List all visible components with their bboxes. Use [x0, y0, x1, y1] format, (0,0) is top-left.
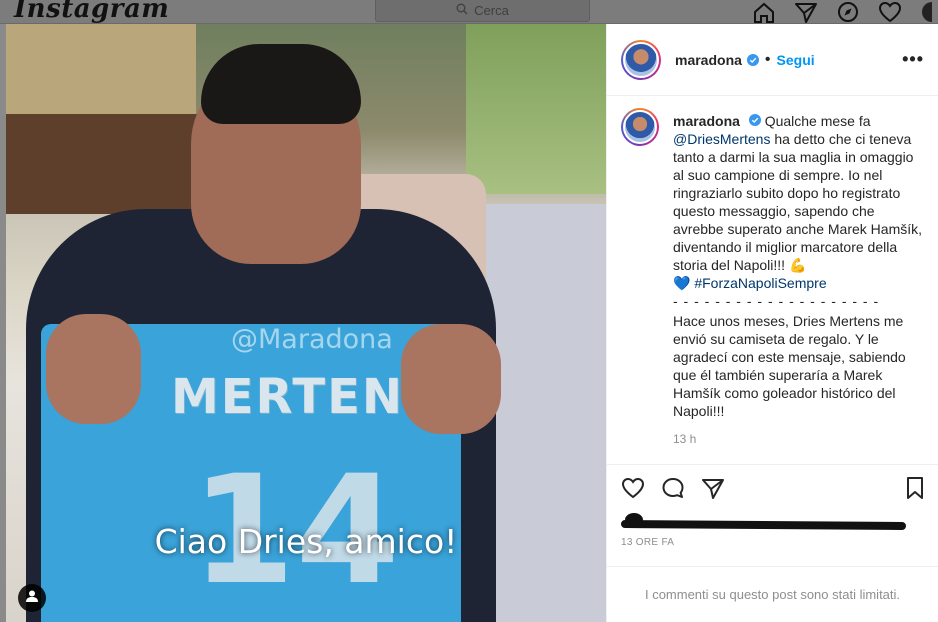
caption-row: maradona Qualche mese fa @DriesMertens h… — [621, 108, 924, 420]
like-heart-icon[interactable] — [621, 477, 645, 504]
header-separator-dot: • — [764, 50, 771, 68]
redaction-scribble — [620, 520, 907, 530]
home-icon[interactable] — [752, 1, 776, 23]
instagram-logo[interactable]: Instagram — [14, 0, 169, 24]
story-ring[interactable] — [621, 39, 661, 80]
activity-heart-icon[interactable] — [878, 1, 902, 23]
video-background-window — [466, 24, 606, 194]
avatar — [623, 41, 659, 78]
post-video[interactable]: @Maradona MERTENS 14 Ciao Dries, amico! — [6, 24, 606, 622]
caption-heart-emoji: 💙 — [673, 275, 691, 291]
caption-hashtag-link[interactable]: #ForzaNapoliSempre — [694, 275, 826, 291]
more-options-icon[interactable]: ••• — [902, 49, 924, 70]
caption-avatar — [623, 110, 657, 144]
user-tag-icon — [25, 589, 39, 608]
caption-mention-link[interactable]: @DriesMertens — [673, 131, 770, 147]
search-bar[interactable]: Cerca — [375, 0, 590, 22]
post-header: maradona • Segui ••• — [607, 24, 938, 96]
follow-button[interactable]: Segui — [777, 52, 815, 68]
post-side-panel: maradona • Segui ••• maradona Qualche me… — [606, 24, 938, 622]
search-icon — [456, 3, 468, 18]
caption-area: maradona Qualche mese fa @DriesMertens h… — [607, 96, 938, 465]
video-hand-left — [46, 314, 141, 424]
save-bookmark-icon[interactable] — [904, 476, 926, 505]
caption-spanish: Hace unos meses, Dries Mertens me envió … — [673, 313, 906, 419]
post-modal: @Maradona MERTENS 14 Ciao Dries, amico! … — [6, 24, 938, 622]
caption-text: maradona Qualche mese fa @DriesMertens h… — [673, 112, 923, 420]
caption-time: 13 h — [673, 432, 697, 446]
comments-limited-notice: I commenti su questo post sono stati lim… — [607, 566, 938, 622]
caption-intro: Qualche mese fa — [764, 113, 871, 129]
profile-avatar-icon[interactable] — [920, 1, 932, 23]
likes-line-redacted — [607, 513, 938, 533]
video-watermark: @Maradona — [231, 324, 393, 355]
caption-separator: - - - - - - - - - - - - - - - - - - - - — [673, 293, 880, 309]
direct-messages-icon[interactable] — [794, 1, 818, 23]
explore-icon[interactable] — [836, 1, 860, 23]
video-background-shelf — [6, 114, 206, 214]
search-placeholder: Cerca — [474, 3, 509, 18]
video-subtitle: Ciao Dries, amico! — [154, 522, 458, 561]
video-hand-right — [401, 324, 501, 434]
nav-icons — [752, 0, 938, 24]
video-person-hair — [201, 44, 361, 124]
verified-badge-icon — [746, 53, 759, 66]
caption-italian: ha detto che ci teneva tanto a darmi la … — [673, 131, 923, 273]
post-username[interactable]: maradona — [675, 52, 742, 68]
caption-username[interactable]: maradona — [673, 113, 740, 129]
post-actions — [607, 465, 938, 515]
caption-verified-badge-icon — [748, 114, 761, 126]
caption-avatar-ring[interactable] — [621, 108, 659, 146]
top-navbar: Instagram Cerca — [0, 0, 938, 24]
comment-bubble-icon[interactable] — [661, 477, 685, 504]
tagged-user-button[interactable] — [18, 584, 46, 612]
post-time: 13 ORE FA — [621, 537, 675, 548]
share-paper-plane-icon[interactable] — [701, 477, 725, 504]
